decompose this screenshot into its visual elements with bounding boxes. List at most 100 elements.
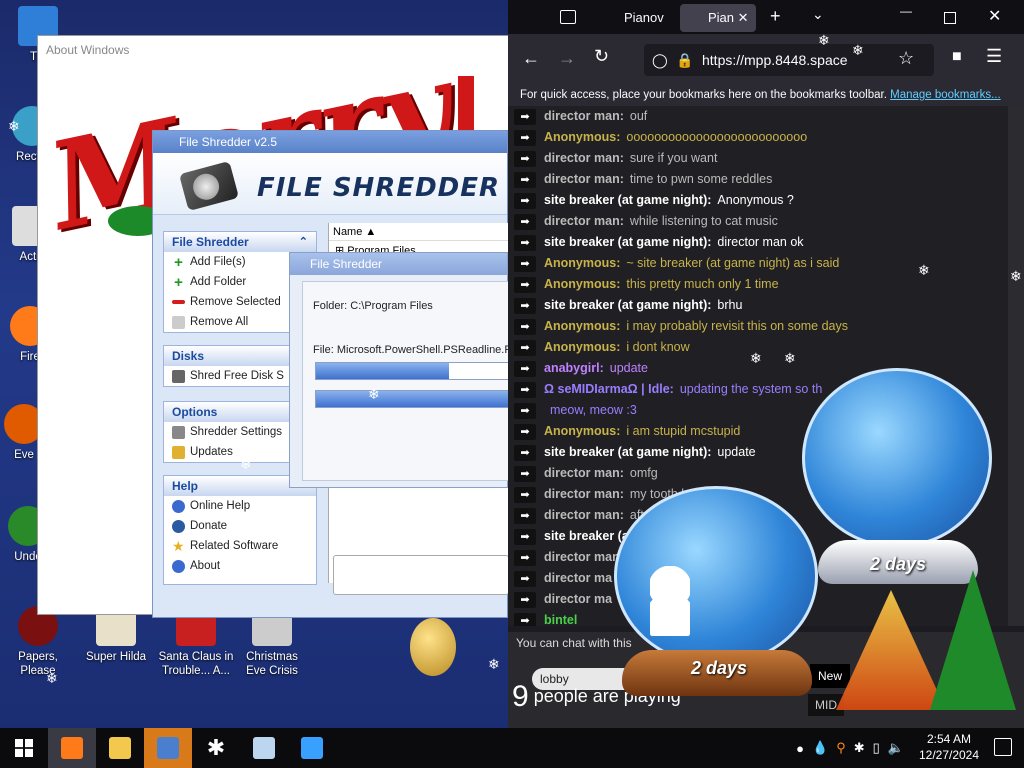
tab-overview-icon[interactable]: [560, 10, 576, 24]
chat-author[interactable]: director ma: [544, 589, 612, 610]
chat-text: director man ok: [717, 235, 804, 249]
tab-piano-active[interactable]: Pian ✕: [680, 4, 756, 32]
chat-author[interactable]: director man:: [544, 505, 624, 526]
chat-author[interactable]: director man: [544, 547, 620, 568]
reply-arrow-icon[interactable]: ➡: [514, 423, 536, 440]
people-icon[interactable]: ●: [796, 741, 804, 756]
network-icon[interactable]: ▯: [873, 740, 880, 756]
close-tab-icon[interactable]: ✕: [738, 10, 749, 25]
forward-button[interactable]: →: [558, 48, 576, 69]
extensions-icon[interactable]: ■: [952, 48, 962, 66]
reply-arrow-icon[interactable]: ➡: [514, 612, 536, 626]
chat-author[interactable]: director man:: [544, 484, 624, 505]
reply-arrow-icon[interactable]: ➡: [514, 486, 536, 503]
reply-arrow-icon[interactable]: ➡: [514, 465, 536, 482]
reply-arrow-icon[interactable]: ➡: [514, 549, 536, 566]
chat-author[interactable]: director man:: [544, 211, 624, 232]
reply-arrow-icon[interactable]: ➡: [514, 402, 536, 419]
taskbar-file-explorer[interactable]: [96, 728, 144, 768]
manage-bookmarks-link[interactable]: Manage bookmarks...: [890, 89, 1001, 101]
nav-bar: ← → ↻ ◯ 🔒 https://mpp.8448.space ☆ ■ ☰: [508, 34, 1024, 84]
taskbar-snowflake-app[interactable]: ✱: [192, 728, 240, 768]
chat-author[interactable]: site breaker (at game night):: [544, 295, 711, 316]
maximize-button[interactable]: [944, 12, 956, 24]
reload-button[interactable]: ↻: [594, 46, 609, 67]
tab-pianoverse[interactable]: Pianov: [596, 4, 674, 32]
chat-author[interactable]: site breaker (at game night):: [544, 190, 711, 211]
chat-author[interactable]: bintel: [544, 610, 577, 626]
reply-arrow-icon[interactable]: ➡: [514, 444, 536, 461]
updates-icon: [172, 445, 185, 459]
shred-button-area[interactable]: [333, 555, 509, 595]
reply-arrow-icon[interactable]: ➡: [514, 192, 536, 209]
chat-author[interactable]: anabygirl:: [544, 358, 604, 379]
reply-arrow-icon[interactable]: ➡: [514, 507, 536, 524]
drop-icon[interactable]: 💧: [812, 740, 828, 756]
reply-arrow-icon[interactable]: ➡: [514, 129, 536, 146]
reply-arrow-icon[interactable]: ➡: [514, 297, 536, 314]
menu-icon[interactable]: ☰: [986, 46, 1002, 67]
chat-author[interactable]: Anonymous:: [544, 337, 620, 358]
chat-author[interactable]: director man:: [544, 148, 624, 169]
back-button[interactable]: ←: [522, 48, 540, 69]
minimize-button[interactable]: —: [900, 4, 912, 18]
new-tab-button[interactable]: +: [770, 6, 781, 27]
tab-list-chevron-icon[interactable]: ⌄: [812, 6, 824, 23]
online-help-link[interactable]: Online Help: [164, 496, 316, 516]
reply-arrow-icon[interactable]: ➡: [514, 591, 536, 608]
reply-arrow-icon[interactable]: ➡: [514, 318, 536, 335]
chat-author[interactable]: Anonymous:: [544, 274, 620, 295]
reply-arrow-icon[interactable]: ➡: [514, 360, 536, 377]
reply-arrow-icon[interactable]: ➡: [514, 276, 536, 293]
taskbar-bucket-app[interactable]: [288, 728, 336, 768]
snowflake-icon[interactable]: ✱: [854, 740, 865, 756]
url-input[interactable]: ◯ 🔒 https://mpp.8448.space: [644, 44, 934, 76]
chat-author[interactable]: director man:: [544, 463, 624, 484]
taskbar-window-app[interactable]: [240, 728, 288, 768]
taskbar-firefox[interactable]: [48, 728, 96, 768]
donate-link[interactable]: Donate: [164, 516, 316, 536]
reply-arrow-icon[interactable]: ➡: [514, 381, 536, 398]
reply-arrow-icon[interactable]: ➡: [514, 339, 536, 356]
column-header-name[interactable]: Name ▲: [329, 223, 509, 241]
new-room-button[interactable]: New: [810, 664, 850, 688]
taskbar-file-shredder[interactable]: [144, 728, 192, 768]
reply-arrow-icon[interactable]: ➡: [514, 150, 536, 167]
desktop-icon-papers-please[interactable]: Papers, Please: [2, 606, 74, 678]
reply-arrow-icon[interactable]: ➡: [514, 171, 536, 188]
reply-arrow-icon[interactable]: ➡: [514, 213, 536, 230]
chat-author[interactable]: site breaker (at game night):: [544, 232, 711, 253]
about-link[interactable]: About: [164, 556, 316, 576]
lock-icon[interactable]: 🔒: [676, 44, 693, 76]
chat-scrollbar[interactable]: [1008, 106, 1024, 626]
close-window-button[interactable]: ✕: [988, 6, 1001, 26]
notification-icon[interactable]: [994, 738, 1012, 756]
star-icon: ★: [172, 537, 185, 554]
chat-author[interactable]: Anonymous:: [544, 316, 620, 337]
shield-icon[interactable]: ◯: [652, 44, 668, 76]
reply-arrow-icon[interactable]: ➡: [514, 570, 536, 587]
clock[interactable]: 2:54 AM 12/27/2024: [914, 731, 984, 763]
reply-arrow-icon[interactable]: ➡: [514, 255, 536, 272]
chat-author[interactable]: director ma: [544, 568, 612, 589]
chat-author[interactable]: Anonymous:: [544, 421, 620, 442]
reply-arrow-icon[interactable]: ➡: [514, 528, 536, 545]
ornament-decoration: [410, 618, 456, 676]
reply-arrow-icon[interactable]: ➡: [514, 108, 536, 125]
start-button[interactable]: [0, 728, 48, 768]
panel-heading[interactable]: File Shredder ⌃: [164, 232, 316, 252]
chat-author[interactable]: Ω seMIDIarmaΩ | Idle:: [544, 379, 674, 400]
chat-author[interactable]: director man:: [544, 169, 624, 190]
collapse-icon[interactable]: ⌃: [299, 232, 308, 252]
chat-author[interactable]: director man:: [544, 106, 624, 127]
chat-author[interactable]: Anonymous:: [544, 127, 620, 148]
snowflake-icon: ❄: [1010, 268, 1022, 284]
bookmark-star-icon[interactable]: ☆: [898, 48, 914, 69]
volume-icon[interactable]: 🔈: [888, 740, 904, 756]
chat-author[interactable]: site breaker (at game night):: [544, 442, 711, 463]
chat-message: ➡ site breaker (at game night): Anonymous …: [508, 190, 1008, 211]
search-icon[interactable]: ⚲: [836, 740, 846, 756]
reply-arrow-icon[interactable]: ➡: [514, 234, 536, 251]
related-software-link[interactable]: ★ Related Software: [164, 536, 316, 556]
chat-author[interactable]: Anonymous:: [544, 253, 620, 274]
